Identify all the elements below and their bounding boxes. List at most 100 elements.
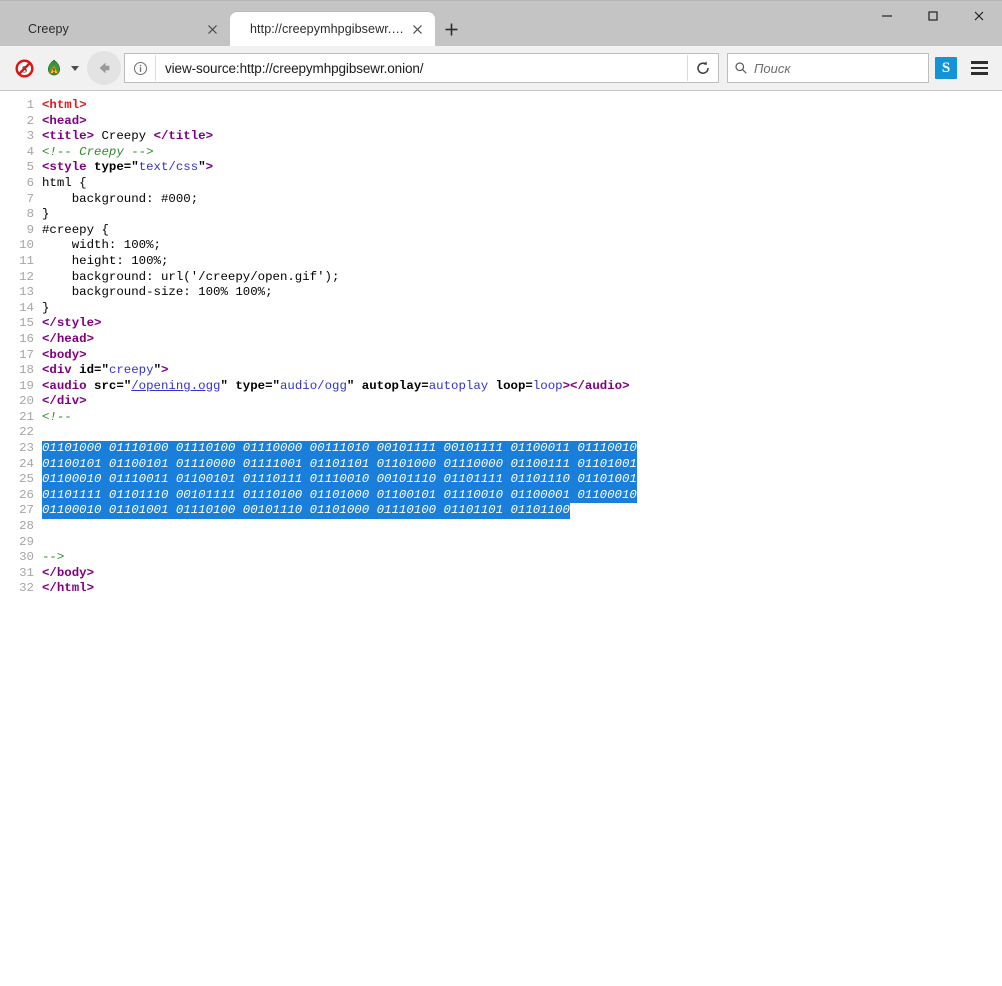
code-token-attrname: autoplay= — [354, 379, 428, 393]
tab-close-button[interactable] — [202, 19, 222, 39]
source-line: 30--> — [0, 550, 1002, 566]
line-content[interactable]: width: 100%; — [42, 238, 1002, 254]
code-token-comment: <!-- Creepy --> — [42, 145, 154, 159]
code-token-plain: } — [42, 301, 49, 315]
line-content[interactable]: background: #000; — [42, 192, 1002, 208]
source-line: 5<style type="text/css"> — [0, 160, 1002, 176]
line-content[interactable]: 01100010 01110011 01100101 01110111 0111… — [42, 472, 1002, 488]
source-line: 2601101111 01101110 00101111 01110100 01… — [0, 488, 1002, 504]
code-token-attrname: type= — [87, 160, 132, 174]
line-content[interactable]: <style type="text/css"> — [42, 160, 1002, 176]
code-token-attrval: audio/ogg — [280, 379, 347, 393]
browser-tab[interactable]: http://creepymhpgibsewr.oni... — [230, 12, 435, 46]
code-token-tag: <style — [42, 160, 87, 174]
source-line: 28 — [0, 519, 1002, 535]
hamburger-menu-icon — [971, 61, 988, 64]
source-line: 2<head> — [0, 114, 1002, 130]
line-content[interactable]: 01101000 01110100 01110100 01110000 0011… — [42, 441, 1002, 457]
minimize-button[interactable] — [864, 1, 910, 31]
code-token-plain: background: url('/creepy/open.gif'); — [42, 270, 339, 284]
browser-window: Creepy http://creepymhpgibsewr.oni... — [0, 0, 1002, 986]
line-content[interactable]: </style> — [42, 316, 1002, 332]
line-content[interactable]: 01100101 01100101 01110000 01111001 0110… — [42, 457, 1002, 473]
code-token-attrname: type= — [228, 379, 273, 393]
line-content[interactable]: --> — [42, 550, 1002, 566]
line-content[interactable]: } — [42, 301, 1002, 317]
code-token-tag: </div> — [42, 394, 87, 408]
hamburger-menu-icon — [971, 67, 988, 70]
noscript-button[interactable]: S — [9, 53, 39, 83]
line-number: 10 — [0, 238, 42, 254]
identity-button[interactable] — [125, 55, 156, 81]
line-number: 4 — [0, 145, 42, 161]
title-bar: Creepy http://creepymhpgibsewr.oni... — [0, 0, 1002, 46]
tab-title: http://creepymhpgibsewr.oni... — [250, 22, 407, 36]
code-token-attrname: " — [198, 160, 205, 174]
line-content[interactable]: <html> — [42, 98, 1002, 114]
line-content[interactable]: <head> — [42, 114, 1002, 130]
line-content[interactable]: <body> — [42, 348, 1002, 364]
line-content[interactable]: <!-- — [42, 410, 1002, 426]
code-token-plain: height: 100%; — [42, 254, 168, 268]
line-number: 30 — [0, 550, 42, 566]
line-content[interactable]: background-size: 100% 100%; — [42, 285, 1002, 301]
source-line: 17<body> — [0, 348, 1002, 364]
line-number: 17 — [0, 348, 42, 364]
source-line: 29 — [0, 535, 1002, 551]
view-source-content[interactable]: 1<html>2<head>3<title> Creepy </title>4<… — [0, 91, 1002, 986]
code-token-tag: <body> — [42, 348, 87, 362]
maximize-button[interactable] — [910, 1, 956, 31]
close-icon — [411, 23, 424, 36]
line-content[interactable]: </body> — [42, 566, 1002, 582]
line-content[interactable]: 01100010 01101001 01110100 00101110 0110… — [42, 503, 1002, 519]
skype-button[interactable]: S — [935, 57, 957, 79]
source-line: 22 — [0, 425, 1002, 441]
line-content[interactable]: <title> Creepy </title> — [42, 129, 1002, 145]
tab-close-button[interactable] — [407, 19, 427, 39]
code-token-tag: </html> — [42, 581, 94, 595]
close-button[interactable] — [956, 1, 1002, 31]
source-line: 32</html> — [0, 581, 1002, 597]
line-content[interactable]: <audio src="/opening.ogg" type="audio/og… — [42, 379, 1002, 395]
line-number: 7 — [0, 192, 42, 208]
menu-button[interactable] — [966, 55, 992, 81]
tor-addon-button[interactable] — [39, 53, 83, 83]
line-content[interactable]: </div> — [42, 394, 1002, 410]
line-content[interactable]: 01101111 01101110 00101111 01110100 0110… — [42, 488, 1002, 504]
line-number: 3 — [0, 129, 42, 145]
new-tab-button[interactable] — [435, 12, 467, 46]
back-button[interactable] — [87, 51, 121, 85]
line-content[interactable]: <div id="creepy"> — [42, 363, 1002, 379]
code-token-tag: > — [206, 160, 213, 174]
code-token-plain: #creepy { — [42, 223, 109, 237]
reload-button[interactable] — [687, 55, 718, 81]
search-bar[interactable]: Поиск — [727, 53, 929, 83]
code-token-tag: </title> — [154, 129, 214, 143]
line-content[interactable]: height: 100%; — [42, 254, 1002, 270]
line-content[interactable]: <!-- Creepy --> — [42, 145, 1002, 161]
url-input[interactable]: view-source:http://creepymhpgibsewr.onio… — [156, 61, 687, 76]
selected-binary-text: 01100010 01101001 01110100 00101110 0110… — [42, 503, 570, 519]
source-line: 9#creepy { — [0, 223, 1002, 239]
line-content[interactable]: </html> — [42, 581, 1002, 597]
line-content[interactable]: </head> — [42, 332, 1002, 348]
source-line: 4<!-- Creepy --> — [0, 145, 1002, 161]
line-number: 28 — [0, 519, 42, 535]
source-line: 3<title> Creepy </title> — [0, 129, 1002, 145]
code-token-comment: <!-- — [42, 410, 72, 424]
line-content[interactable]: #creepy { — [42, 223, 1002, 239]
line-content[interactable]: } — [42, 207, 1002, 223]
line-number: 22 — [0, 425, 42, 441]
line-content[interactable]: html { — [42, 176, 1002, 192]
source-line: 18<div id="creepy"> — [0, 363, 1002, 379]
source-line: 14} — [0, 301, 1002, 317]
hamburger-menu-icon — [971, 72, 988, 75]
code-token-attrname: " — [154, 363, 161, 377]
search-input[interactable]: Поиск — [754, 61, 928, 76]
browser-tab[interactable]: Creepy — [8, 12, 230, 46]
source-line: 21<!-- — [0, 410, 1002, 426]
close-icon — [206, 23, 219, 36]
line-content[interactable]: background: url('/creepy/open.gif'); — [42, 270, 1002, 286]
code-token-comment: --> — [42, 550, 64, 564]
url-bar[interactable]: view-source:http://creepymhpgibsewr.onio… — [124, 53, 719, 83]
